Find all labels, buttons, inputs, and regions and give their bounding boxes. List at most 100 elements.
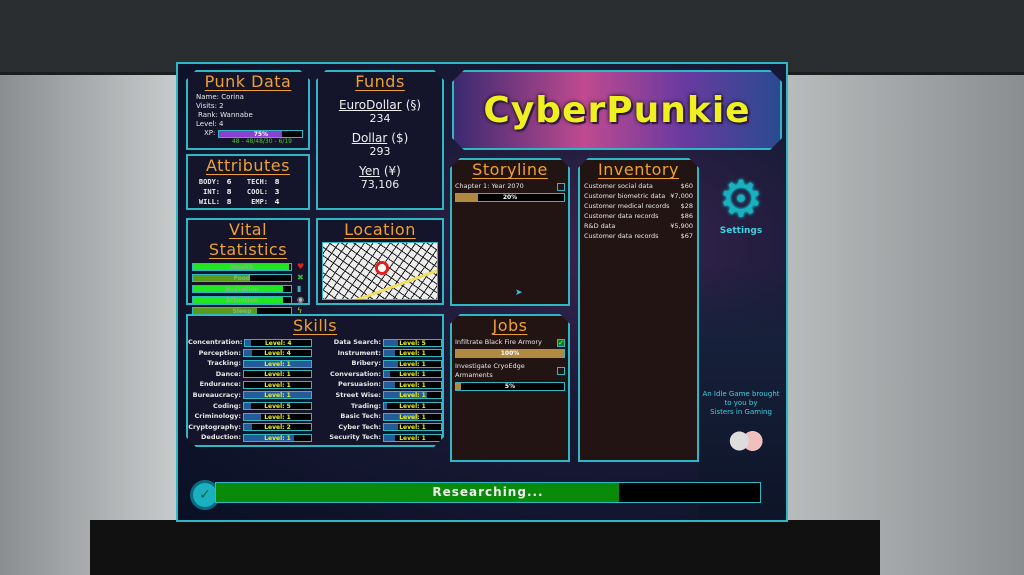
currency-row: Yen (¥) 73,106 — [318, 164, 442, 191]
settings-button[interactable]: ⚙ Settings — [714, 172, 768, 236]
punk-data-panel: Punk Data Name: Corina Visits: 2 Rank: W… — [186, 70, 310, 150]
skill-name: Endurance: — [199, 380, 241, 389]
skill-name: Trading: — [350, 401, 381, 410]
skill-bar: Level: 1 — [243, 413, 312, 421]
skill-level: Level: 1 — [264, 392, 291, 400]
skill-level: Level: 1 — [264, 413, 291, 421]
vital-label: Attention — [225, 296, 259, 304]
task-progress-text: 5% — [504, 383, 516, 390]
heart-icon: ♥ — [297, 262, 305, 271]
inventory-item[interactable]: Customer medical records $28 — [584, 202, 693, 211]
skill-row: Concentration: Level: 4 — [188, 338, 312, 347]
skill-row: Street Wise: Level: 1 — [318, 391, 442, 400]
attribute-value: 8 — [226, 188, 232, 196]
vital-label: Health — [230, 263, 254, 271]
inventory-item[interactable]: Customer data records $67 — [584, 232, 693, 241]
currency-symbol: ($) — [391, 131, 409, 145]
vital-row: Attention ◉ — [192, 295, 308, 304]
vital-bar-attention: Attention — [192, 295, 292, 304]
skill-level: Level: 1 — [399, 381, 426, 389]
attributes-panel: Attributes BODY: 6 TECH: 8 INT: 8 COOL: 3 WILL: 8… — [186, 154, 310, 210]
inventory-item-value: $67 — [680, 232, 693, 240]
skill-row: Persuasion: Level: 1 — [318, 380, 442, 389]
inventory-item[interactable]: Customer social data $60 — [584, 182, 693, 191]
inventory-item-name: R&D data — [584, 222, 616, 230]
skill-bar: Level: 1 — [383, 423, 442, 431]
skill-level: Level: 2 — [264, 424, 291, 432]
xp-bar: 75% — [218, 130, 303, 138]
skill-level: Level: 5 — [399, 339, 426, 347]
location-marker-icon[interactable] — [375, 261, 389, 275]
attribute-value: 8 — [226, 198, 232, 206]
skill-row: Coding: Level: 5 — [188, 402, 312, 411]
skill-bar: Level: 1 — [383, 349, 442, 357]
xp-detail: 48 - 48/48/30 - 6/19 — [231, 138, 292, 145]
skill-bar: Level: 1 — [383, 413, 442, 421]
vital-bar-health: Health — [192, 262, 292, 271]
vital-label: Hydration — [225, 285, 259, 293]
title-banner: CyberPunkie — [452, 70, 782, 150]
task-row: Investigate CryoEdge Armaments — [455, 362, 565, 380]
task-checkbox[interactable]: ✓ — [557, 339, 565, 347]
task-progress-bar: 5% — [455, 382, 565, 391]
location-panel: Location — [316, 218, 444, 305]
vital-row: Hydration ▮ — [192, 284, 308, 293]
skill-bar: Level: 1 — [383, 402, 442, 410]
city-map[interactable] — [322, 242, 438, 300]
skill-bar: Level: 4 — [243, 349, 312, 357]
attribute-value: 4 — [274, 198, 280, 206]
attribute-name: COOL: — [246, 188, 268, 196]
task-row: Chapter 1: Year 2070 — [455, 182, 565, 191]
skill-bar: Level: 1 — [243, 381, 312, 389]
skill-level: Level: 5 — [264, 403, 291, 411]
storyline-panel: Storyline Chapter 1: Year 2070 20% ➤ — [450, 158, 570, 306]
game-screen: Punk Data Name: Corina Visits: 2 Rank: W… — [176, 62, 788, 522]
skill-row: Tracking: Level: 1 — [188, 359, 312, 368]
punk-level: Level: 4 — [196, 120, 224, 128]
currency-name: Yen — [359, 164, 380, 178]
task-label: Investigate CryoEdge Armaments — [455, 362, 525, 379]
task-progress-bar: 20% — [455, 193, 565, 202]
inventory-panel: Inventory Customer social data $60 Custome… — [578, 158, 699, 462]
task-checkbox[interactable] — [557, 183, 565, 191]
skill-bar: Level: 1 — [383, 391, 442, 399]
task-progress-text: 100% — [500, 350, 520, 357]
task-progress-text: 20% — [502, 194, 518, 201]
skill-bar: Level: 1 — [243, 434, 312, 442]
credits-text: An Idle Game brought to you by Sisters i… — [696, 390, 786, 417]
currency-header: EuroDollar (§) — [318, 98, 442, 112]
inventory-item[interactable]: R&D data ¥5,900 — [584, 222, 693, 231]
funds-title: Funds — [355, 72, 405, 91]
skill-name: Bureaucracy: — [192, 390, 241, 399]
game-title: CyberPunkie — [483, 90, 751, 131]
inventory-item[interactable]: Customer biometric data ¥7,000 — [584, 192, 693, 201]
skill-name: Deduction: — [201, 433, 241, 442]
inventory-item-name: Customer biometric data — [584, 192, 666, 200]
utensils-icon: ✖ — [297, 273, 304, 282]
skill-name: Street Wise: — [335, 390, 381, 399]
skill-bar: Level: 1 — [383, 434, 442, 442]
attribute-name: INT: — [203, 188, 220, 196]
task-checkbox[interactable] — [557, 367, 565, 375]
currency-value: 234 — [369, 112, 391, 125]
skill-bar: Level: 5 — [383, 339, 442, 347]
inventory-item-value: ¥5,900 — [670, 222, 693, 230]
skill-name: Tracking: — [207, 359, 241, 368]
currency-header: Yen (¥) — [318, 164, 442, 178]
skill-row: Dance: Level: 1 — [188, 370, 312, 379]
skill-level: Level: 1 — [264, 381, 291, 389]
sisters-in-gaming-mascot — [726, 422, 764, 460]
funds-panel: Funds EuroDollar (§) 234 Dollar ($) 293 Yen (¥)… — [316, 70, 444, 210]
vital-label: Food — [233, 274, 251, 282]
inventory-item[interactable]: Customer data records $86 — [584, 212, 693, 221]
wall-right — [784, 75, 1024, 575]
research-label: Researching... — [432, 485, 544, 499]
credits-line-1: An Idle Game brought — [702, 390, 780, 398]
skill-bar: Level: 1 — [383, 370, 442, 378]
skill-row: Trading: Level: 1 — [318, 402, 442, 411]
xp-percent: 75% — [253, 130, 269, 138]
skill-row: Security Tech: Level: 1 — [318, 433, 442, 442]
currency-symbol: (¥) — [383, 164, 401, 178]
punk-data-title: Punk Data — [204, 72, 292, 91]
attribute-value: 6 — [226, 178, 232, 186]
